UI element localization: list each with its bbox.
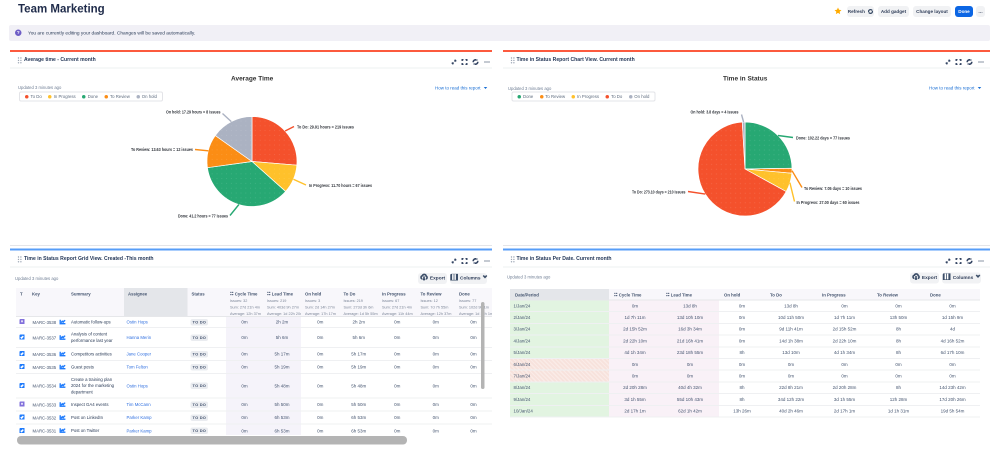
svg-text:To Review: 7.05 days = 10 issu: To Review: 7.05 days = 10 issues: [804, 186, 862, 191]
svg-text:To Review: 13.63 hours = 12 is: To Review: 13.63 hours = 12 issues: [131, 147, 193, 152]
svg-text:To Do: 273.10 days = 210 issue: To Do: 273.10 days = 210 issues: [632, 190, 686, 195]
svg-text:In Progress: 27.00 days = 60 i: In Progress: 27.00 days = 60 issues: [797, 200, 860, 205]
svg-text:On hold: 3.8 days = 4 issues: On hold: 3.8 days = 4 issues: [691, 110, 739, 115]
svg-text:Done: 41.2 hours = 77 issues: Done: 41.2 hours = 77 issues: [178, 214, 228, 219]
svg-text:In Progress: 11.70 hours = 67: In Progress: 11.70 hours = 67 issues: [309, 183, 372, 188]
svg-text:On hold: 17.29 hours = 8 issue: On hold: 17.29 hours = 8 issues: [166, 110, 221, 115]
svg-text:To Do: 29.91 hours = 219 issue: To Do: 29.91 hours = 219 issues: [297, 125, 354, 130]
svg-text:Done: 102.22 days = 77 issues: Done: 102.22 days = 77 issues: [796, 136, 850, 141]
